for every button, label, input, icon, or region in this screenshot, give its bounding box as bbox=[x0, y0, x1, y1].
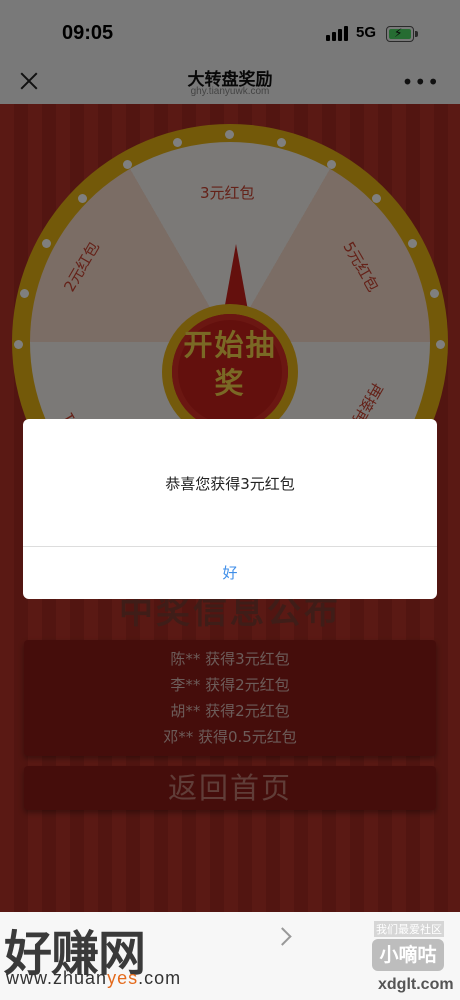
watermark-url: www.zhuanyes.com bbox=[6, 968, 182, 988]
result-dialog: 恭喜您获得3元红包 好 bbox=[23, 419, 437, 599]
dialog-message: 恭喜您获得3元红包 bbox=[165, 475, 295, 493]
watermark-tagline: 我们最爱社区 bbox=[374, 921, 444, 937]
ok-button[interactable]: 好 bbox=[23, 547, 437, 599]
watermark-badge: 小嘀咕 bbox=[372, 939, 444, 971]
watermark-domain: xdglt.com bbox=[378, 976, 454, 993]
